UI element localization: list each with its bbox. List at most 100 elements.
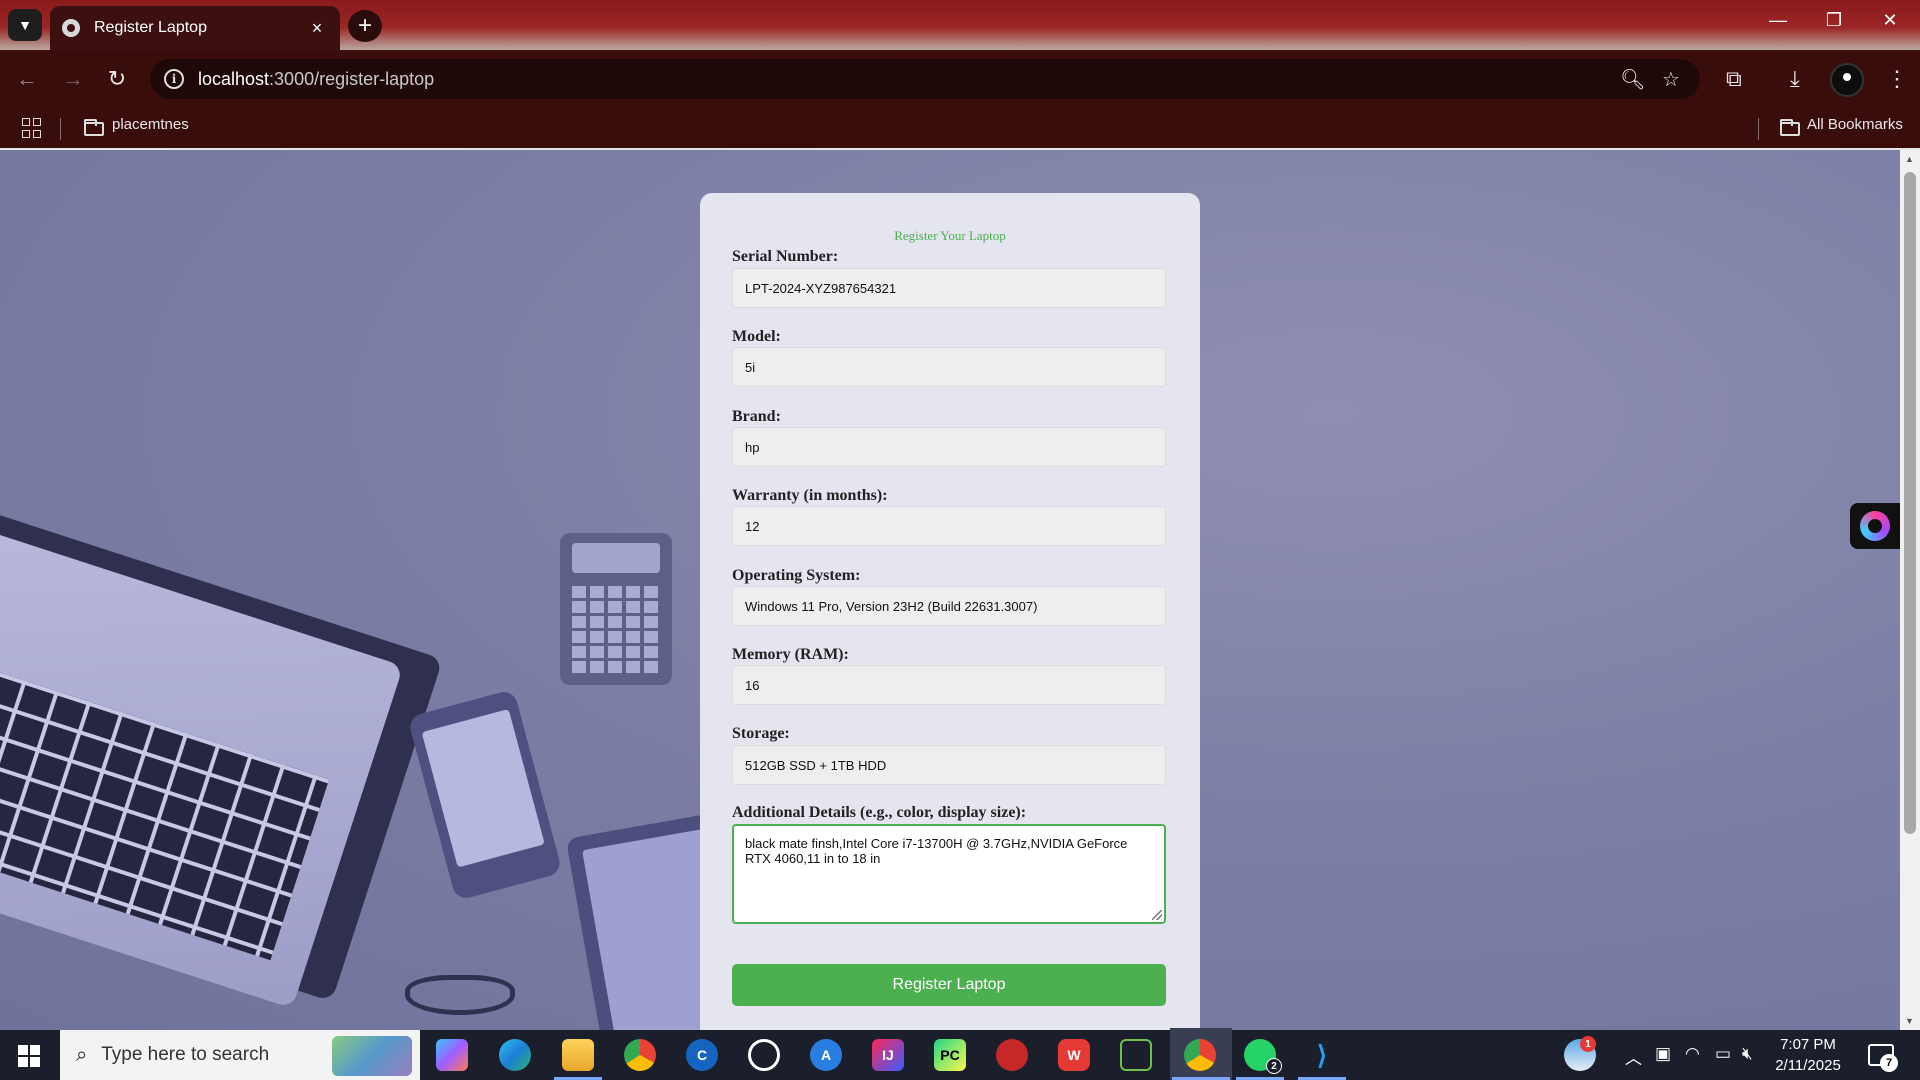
background-glasses-illustration [405,975,515,1015]
new-tab-button[interactable]: + [348,10,382,42]
bookmarks-bar [0,108,1920,150]
chrome-icon[interactable] [624,1039,656,1071]
form-title: Register Your Laptop [894,228,1006,243]
serial-number-input[interactable]: LPT-2024-XYZ987654321 [732,268,1166,308]
game-app-icon[interactable] [996,1039,1028,1071]
close-window-button[interactable]: ✕ [1870,10,1910,31]
intellij-icon[interactable]: IJ [872,1039,904,1071]
warranty-input[interactable]: 12 [732,506,1166,546]
operating-system-label: Operating System: [732,567,861,584]
background-phone-illustration [407,689,563,901]
chevron-down-icon: ▼ [18,17,32,33]
tab-title: Register Laptop [94,19,207,36]
ccleaner-icon[interactable]: C [686,1039,718,1071]
chrome-active-icon[interactable] [1184,1039,1216,1071]
resize-handle-icon[interactable] [1152,910,1162,920]
meet-now-icon[interactable]: ▣ [1655,1044,1671,1064]
bookmark-divider [1758,118,1759,140]
background-calculator-illustration [560,533,672,685]
pycharm-icon[interactable]: PC [934,1039,966,1071]
more-menu-icon[interactable]: ⋮ [1886,66,1908,92]
additional-details-textarea[interactable]: black mate finsh,Intel Core i7-13700H @ … [732,824,1166,924]
memory-label: Memory (RAM): [732,646,849,663]
serial-number-label: Serial Number: [732,248,839,265]
extension-logo-icon [1860,511,1890,541]
back-button[interactable]: ← [12,64,42,94]
copilot-icon[interactable] [436,1039,468,1071]
wps-office-icon[interactable]: W [1058,1039,1090,1071]
app-store-icon[interactable]: A [810,1039,842,1071]
folder-icon [1780,119,1800,136]
file-explorer-icon[interactable] [562,1039,594,1071]
floating-extension-widget[interactable] [1850,503,1900,549]
tab-strip: ▼ Register Laptop × + — ❐ ✕ [0,0,1920,50]
download-icon[interactable]: ⤓ [1790,66,1800,92]
forward-button[interactable]: → [58,64,88,94]
tab-register-laptop[interactable]: Register Laptop × [50,6,340,50]
brand-label: Brand: [732,408,781,425]
page-background: Register Your Laptop Serial Number: LPT-… [0,150,1900,1030]
warranty-label: Warranty (in months): [732,487,888,504]
all-bookmarks-button[interactable]: All Bookmarks [1807,116,1903,133]
visual-studio-installer-icon[interactable] [1120,1039,1152,1071]
github-icon[interactable] [748,1039,780,1071]
globe-icon [62,19,80,37]
scroll-down-icon[interactable]: ▼ [1905,1016,1914,1026]
calculator-screen [572,543,660,573]
register-laptop-button[interactable]: Register Laptop [732,964,1166,1006]
register-form-card: Register Your Laptop Serial Number: LPT-… [700,193,1200,1030]
reload-button[interactable]: ↻ [102,64,132,94]
edge-icon[interactable] [499,1039,531,1071]
address-bar[interactable]: i localhost :3000/register-laptop 🔍︎ ☆ [150,59,1700,99]
page-scrollbar[interactable]: ▲ ▼ [1900,150,1920,1030]
phone-screen [421,708,545,868]
bookmark-divider [60,118,61,140]
arrow-right-icon: → [62,66,84,91]
tab-close-icon[interactable]: × [306,18,328,39]
url-path: :3000/register-laptop [269,68,435,89]
url-host: localhost [198,68,270,89]
brand-input[interactable]: hp [732,427,1166,467]
taskbar-clock[interactable]: 7:07 PM 2/11/2025 [1762,1034,1854,1076]
search-placeholder: Type here to search [101,1044,270,1065]
weather-badge: 1 [1580,1036,1596,1052]
memory-input[interactable]: 16 [732,665,1166,705]
extensions-icon[interactable]: ⧉ [1726,66,1742,92]
wifi-icon[interactable]: ◠ [1685,1044,1700,1064]
apps-grid-icon[interactable] [22,118,42,138]
browser-toolbar: ← → ↻ i localhost :3000/register-laptop … [0,50,1920,108]
notification-count: 7 [1880,1054,1898,1072]
speaker-muted-icon[interactable]: 🔇︎ [1742,1044,1753,1064]
bookmark-star-icon[interactable]: ☆ [1662,67,1680,92]
bookmark-folder-placemtnes[interactable]: placemtnes [112,116,189,133]
whatsapp-badge: 2 [1266,1058,1282,1074]
clock-time: 7:07 PM [1780,1036,1836,1053]
search-highlight-image [332,1036,412,1076]
zoom-icon[interactable]: 🔍︎ [1620,67,1645,92]
arrow-left-icon: ← [16,66,38,91]
operating-system-input[interactable]: Windows 11 Pro, Version 23H2 (Build 2263… [732,586,1166,626]
model-input[interactable]: 5i [732,347,1166,387]
additional-details-text: black mate finsh,Intel Core i7-13700H @ … [745,836,1128,866]
minimize-button[interactable]: — [1758,10,1798,31]
additional-details-label: Additional Details (e.g., color, display… [732,804,1027,821]
search-icon: ⌕ [76,1043,88,1066]
chevron-up-icon[interactable]: ︿ [1625,1044,1642,1069]
restore-button[interactable]: ❐ [1814,10,1854,31]
calculator-keys [572,583,660,675]
reload-icon: ↻ [107,66,127,91]
battery-icon[interactable]: ▭ [1715,1044,1731,1064]
model-label: Model: [732,328,781,345]
scroll-up-icon[interactable]: ▲ [1905,154,1914,164]
tab-search-button[interactable]: ▼ [8,9,42,41]
clock-date: 2/11/2025 [1775,1057,1841,1074]
vscode-icon[interactable]: ⟩ [1306,1039,1338,1071]
scrollbar-thumb[interactable] [1904,172,1916,834]
storage-input[interactable]: 512GB SSD + 1TB HDD [732,745,1166,785]
info-icon[interactable]: i [164,69,184,89]
storage-label: Storage: [732,725,790,742]
taskbar-search-box[interactable]: ⌕ Type here to search [60,1030,420,1080]
windows-start-icon[interactable] [18,1045,40,1067]
profile-avatar[interactable] [1830,63,1864,97]
folder-icon [84,119,104,136]
